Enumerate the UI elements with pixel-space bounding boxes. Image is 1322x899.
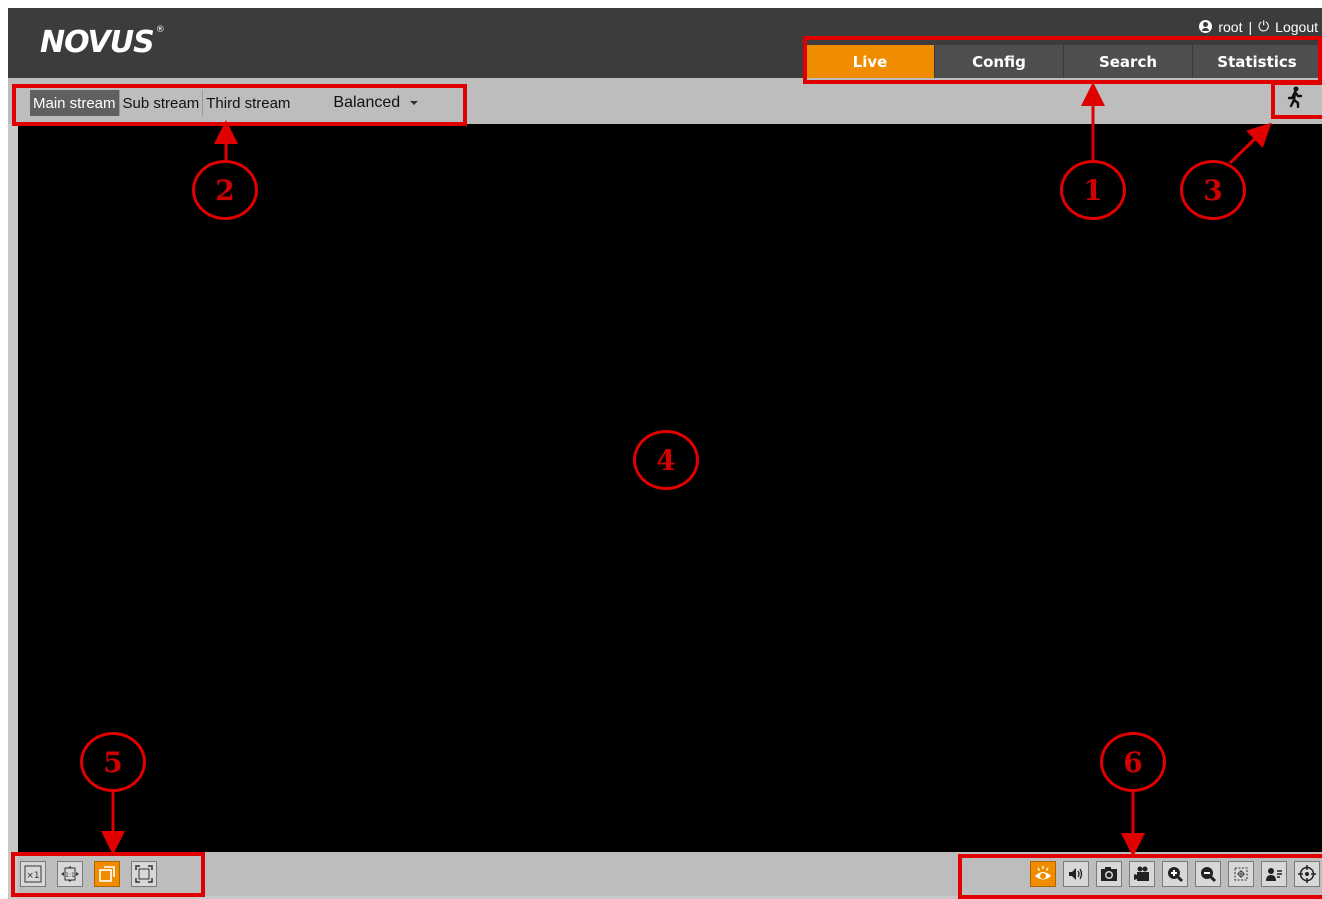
annotation-4: 4: [633, 430, 699, 490]
annotation-5: 5: [80, 732, 146, 792]
annotation-6: 6: [1100, 732, 1166, 792]
annotation-2: 2: [192, 160, 258, 220]
annotation-1: 1: [1060, 160, 1126, 220]
annotation-3: 3: [1180, 160, 1246, 220]
